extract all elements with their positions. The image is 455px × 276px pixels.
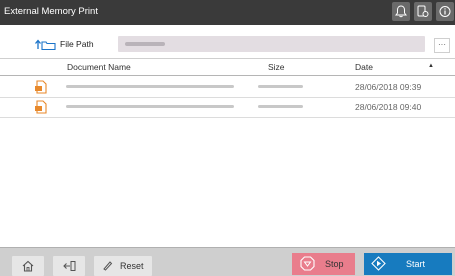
stop-button[interactable]: Stop [292,253,355,275]
folder-up-icon [35,39,56,50]
document-date: 28/06/2018 09:39 [355,82,422,92]
document-name [66,85,234,88]
more-options-button[interactable]: ··· [434,38,450,53]
column-header-date[interactable]: Date [355,62,373,72]
back-button[interactable] [53,256,85,276]
pdf-document-icon [35,100,47,114]
header-divider [0,75,455,76]
column-header-size[interactable]: Size [268,62,285,72]
phone-settings-icon [417,5,429,17]
document-name [66,105,234,108]
document-date: 28/06/2018 09:40 [355,102,422,112]
info-icon [439,6,451,17]
pdf-document-icon [35,80,47,94]
start-label: Start [406,259,426,269]
file-path-row: File Path ··· [0,28,455,58]
phone-settings-button[interactable] [414,2,432,21]
document-size [258,85,303,88]
file-path-field[interactable] [118,36,425,52]
sort-ascending-icon: ▲ [428,63,434,69]
document-size [258,105,303,108]
file-path-label: File Path [60,39,94,49]
table-header: Document Name Size Date ▲ [0,59,455,75]
stop-icon [300,256,315,271]
window-title: External Memory Print [4,6,98,17]
table-row[interactable]: 28/06/2018 09:39 [0,77,455,98]
reset-label: Reset [120,261,144,271]
start-button[interactable]: Start [364,253,452,275]
redacted-path [125,42,165,46]
stop-label: Stop [325,259,344,269]
home-button[interactable] [12,256,44,276]
info-button[interactable] [436,2,454,21]
external-memory-print-window: External Memory Print File Path ··· Docu… [0,0,455,276]
back-exit-icon [63,261,76,271]
reset-button[interactable]: Reset [94,256,152,276]
bell-button[interactable] [392,2,410,21]
title-bar: External Memory Print [0,0,455,25]
bell-icon [395,5,407,18]
eraser-icon [103,261,113,271]
start-icon [371,256,386,271]
column-header-document-name[interactable]: Document Name [67,62,131,72]
home-icon [22,260,34,272]
table-row[interactable]: 28/06/2018 09:40 [0,97,455,118]
